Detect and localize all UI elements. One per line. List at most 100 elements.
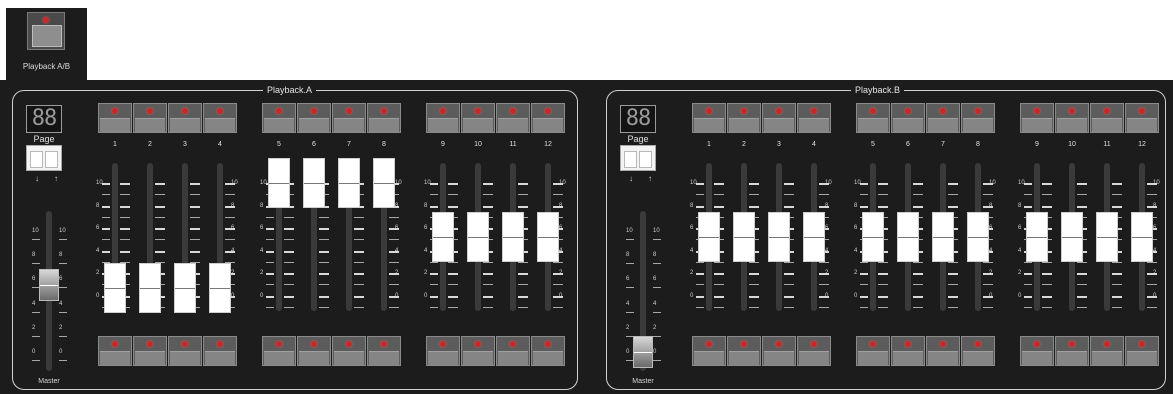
fader-knob[interactable] — [967, 212, 989, 263]
flash-button-top[interactable] — [426, 103, 460, 133]
flash-button-top[interactable] — [727, 103, 761, 133]
flash-button-bottom[interactable] — [727, 336, 761, 366]
flash-button-top[interactable] — [168, 103, 202, 133]
button-face — [1022, 351, 1052, 365]
led-indicator — [776, 108, 782, 114]
fader-knob[interactable] — [1096, 212, 1118, 263]
flash-button-top[interactable] — [367, 103, 401, 133]
fader-knob[interactable] — [932, 212, 954, 263]
flash-button-top[interactable] — [1125, 103, 1159, 133]
flash-button-bottom[interactable] — [332, 336, 366, 366]
scale-mark — [860, 194, 868, 195]
page-display: 88 — [26, 105, 62, 133]
page-up-button[interactable] — [639, 151, 652, 168]
playback-ab-button[interactable] — [27, 12, 65, 50]
flash-button-bottom[interactable] — [1020, 336, 1054, 366]
fader-knob[interactable] — [1061, 212, 1083, 263]
page-up-button[interactable] — [45, 151, 58, 168]
flash-button-bottom[interactable] — [367, 336, 401, 366]
scale-mark — [1112, 183, 1122, 185]
scale-mark — [354, 284, 364, 286]
flash-button-bottom[interactable] — [262, 336, 296, 366]
flash-button-top[interactable] — [262, 103, 296, 133]
flash-button-bottom[interactable] — [133, 336, 167, 366]
fader-knob[interactable] — [373, 158, 395, 208]
fader-knob[interactable] — [502, 212, 524, 263]
flash-button-bottom[interactable] — [961, 336, 995, 366]
led-indicator — [381, 341, 387, 347]
fader-knob[interactable] — [803, 212, 825, 263]
fader-knob[interactable] — [862, 212, 884, 263]
fader-knob[interactable] — [338, 158, 360, 208]
flash-button-top[interactable] — [98, 103, 132, 133]
fader-knob[interactable] — [698, 212, 720, 263]
flash-button-top[interactable] — [133, 103, 167, 133]
flash-button-bottom[interactable] — [98, 336, 132, 366]
flash-button-bottom[interactable] — [856, 336, 890, 366]
scale-mark — [518, 307, 528, 308]
flash-button-bottom[interactable] — [1055, 336, 1089, 366]
flash-button-top[interactable] — [961, 103, 995, 133]
flash-button-bottom[interactable] — [461, 336, 495, 366]
flash-button-top[interactable] — [856, 103, 890, 133]
flash-button-bottom[interactable] — [692, 336, 726, 366]
scale-mark — [819, 273, 829, 276]
flash-button-top[interactable] — [797, 103, 831, 133]
scale-mark — [860, 307, 868, 308]
master-fader-knob[interactable] — [39, 269, 59, 302]
fader-knob[interactable] — [174, 263, 196, 314]
fader-knob[interactable] — [432, 212, 454, 263]
flash-button-bottom[interactable] — [297, 336, 331, 366]
fader-knob[interactable] — [733, 212, 755, 263]
flash-button-bottom[interactable] — [203, 336, 237, 366]
flash-button-top[interactable] — [297, 103, 331, 133]
flash-button-top[interactable] — [926, 103, 960, 133]
flash-button-bottom[interactable] — [531, 336, 565, 366]
scale-mark — [913, 307, 923, 308]
fader-knob[interactable] — [897, 212, 919, 263]
flash-button-top[interactable] — [203, 103, 237, 133]
master-fader-knob[interactable] — [633, 336, 653, 368]
flash-button-bottom[interactable] — [797, 336, 831, 366]
fader-knob[interactable] — [268, 158, 290, 208]
fader-knob[interactable] — [303, 158, 325, 208]
flash-button-bottom[interactable] — [891, 336, 925, 366]
fader-knob[interactable] — [768, 212, 790, 263]
scale-mark — [784, 284, 794, 286]
flash-button-top[interactable] — [332, 103, 366, 133]
flash-button-bottom[interactable] — [762, 336, 796, 366]
scale-mark — [389, 250, 399, 253]
scale-mark — [553, 205, 563, 208]
page-down-button[interactable] — [30, 151, 43, 168]
flash-button-bottom[interactable] — [426, 336, 460, 366]
flash-button-top[interactable] — [461, 103, 495, 133]
fader-knob[interactable] — [209, 263, 231, 314]
fader-knob[interactable] — [1131, 212, 1153, 263]
flash-button-top[interactable] — [891, 103, 925, 133]
flash-button-top[interactable] — [1020, 103, 1054, 133]
fader-knob[interactable] — [537, 212, 559, 263]
scale-label: 2 — [96, 270, 100, 277]
flash-button-top[interactable] — [1090, 103, 1124, 133]
flash-button-top[interactable] — [531, 103, 565, 133]
flash-button-top[interactable] — [692, 103, 726, 133]
flash-button-bottom[interactable] — [496, 336, 530, 366]
flash-button-top[interactable] — [1055, 103, 1089, 133]
scale-mark — [1077, 284, 1087, 286]
flash-button-bottom[interactable] — [926, 336, 960, 366]
scale-mark — [749, 307, 759, 308]
flash-button-top[interactable] — [762, 103, 796, 133]
fader-knob[interactable] — [104, 263, 126, 314]
scale-mark — [913, 205, 923, 208]
fader-knob[interactable] — [467, 212, 489, 263]
scale-mark — [518, 273, 528, 276]
flash-button-bottom[interactable] — [1090, 336, 1124, 366]
flash-button-top[interactable] — [496, 103, 530, 133]
page-down-button[interactable] — [624, 151, 637, 168]
up-arrow-icon: ↑ — [648, 174, 652, 183]
fader-knob[interactable] — [139, 263, 161, 314]
flash-button-bottom[interactable] — [168, 336, 202, 366]
scale-mark — [983, 205, 993, 208]
flash-button-bottom[interactable] — [1125, 336, 1159, 366]
fader-knob[interactable] — [1026, 212, 1048, 263]
